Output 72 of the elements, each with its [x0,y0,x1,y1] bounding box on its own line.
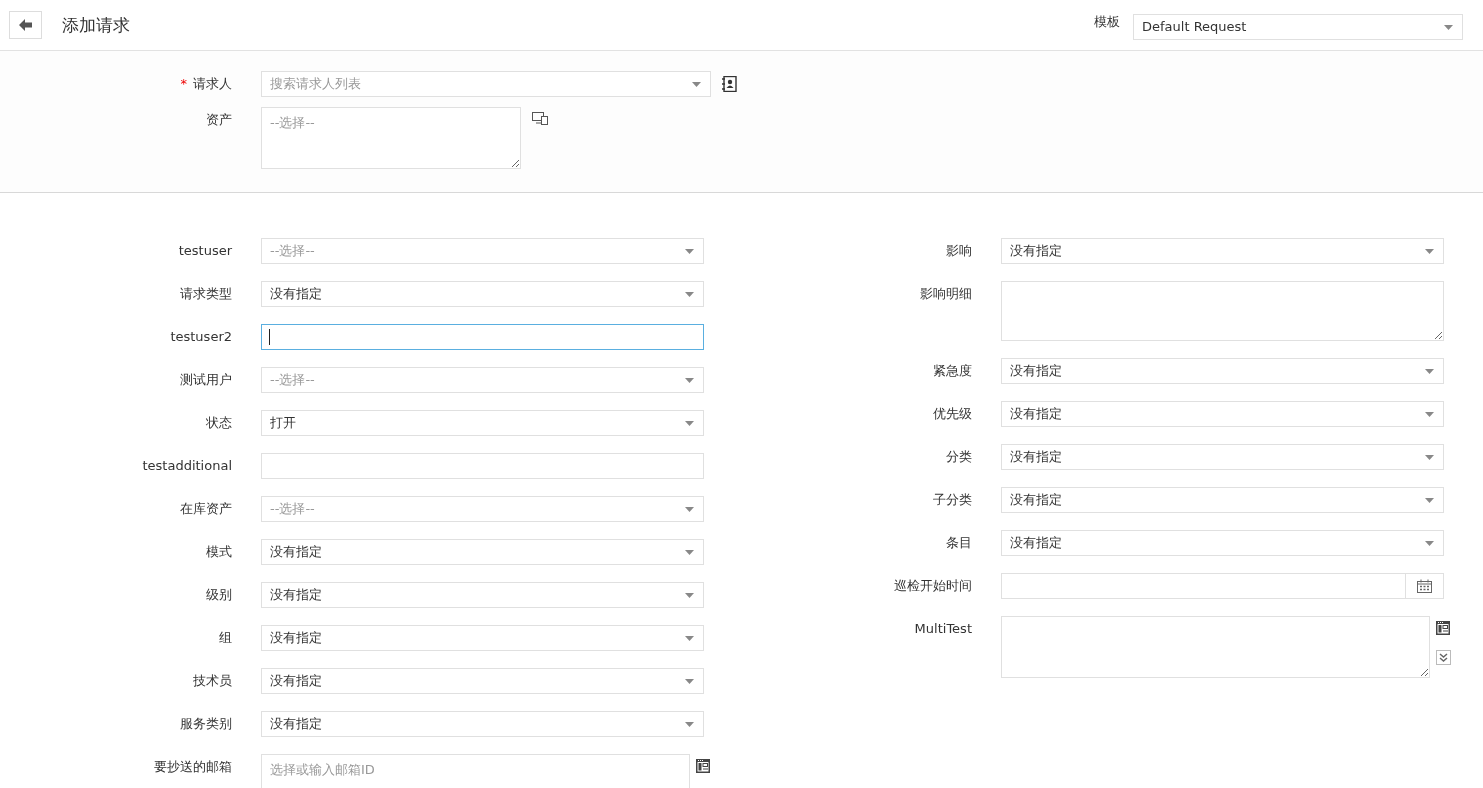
back-arrow-icon [18,19,33,31]
text-field[interactable] [261,324,705,350]
devices-icon[interactable] [532,112,548,125]
field-label: 条目 [946,535,972,550]
field-label: 状态 [206,415,232,430]
field-label: 影响明细 [920,286,972,301]
template-label: 模板 [1094,13,1120,31]
select-field[interactable]: 没有指定 [1001,401,1445,427]
caret-icon [685,292,695,297]
field-label: 模式 [206,544,232,559]
field-label: MultiTest [914,621,972,636]
calendar-icon [1417,579,1433,593]
required-mark: * [180,76,187,91]
caret-icon [1425,455,1435,460]
calendar-button[interactable] [1405,573,1445,599]
template-select[interactable]: Default Request [1133,13,1463,40]
field-label: 要抄送的邮箱 [154,759,232,774]
select-field[interactable]: 没有指定 [1001,530,1445,556]
field-label: 在库资产 [180,501,232,516]
field-label: 巡检开始时间 [894,578,972,593]
panel-icon[interactable] [1436,621,1450,635]
caret-icon [1425,369,1435,374]
caret-icon [685,507,695,512]
select-field[interactable]: 打开 [261,410,705,436]
field-label: 请求人 [193,76,232,91]
field-label: 组 [219,630,232,645]
back-button[interactable] [9,11,42,39]
field-label: 子分类 [933,492,972,507]
expand-down-icon[interactable] [1436,650,1451,665]
select-field[interactable]: 没有指定 [1001,444,1445,470]
contact-book-icon[interactable] [722,76,737,92]
caret-icon [685,249,695,254]
caret-icon [685,421,695,426]
text-area[interactable]: --选择-- [261,107,521,169]
page-title: 添加请求 [62,13,130,37]
field-label: testuser [178,243,232,258]
select-field[interactable]: 没有指定 [261,668,705,694]
caret-icon [685,636,695,641]
field-label: 紧急度 [933,363,972,378]
select-field[interactable]: 没有指定 [261,539,705,565]
select-field[interactable]: 没有指定 [1001,238,1445,264]
field-label: 影响 [946,243,972,258]
caret-icon [685,722,695,727]
field-label: 级别 [206,587,232,602]
caret-icon [1425,541,1435,546]
caret-icon [1425,498,1435,503]
date-field[interactable] [1001,573,1406,599]
field-label: 服务类别 [180,716,232,731]
caret-icon [1425,412,1435,417]
field-label: 请求类型 [180,286,232,301]
select-field[interactable]: 没有指定 [1001,358,1445,384]
field-label: 测试用户 [180,372,232,387]
caret-icon [692,82,701,87]
caret-icon [1425,249,1435,254]
panel-icon[interactable] [696,759,710,773]
select-field[interactable]: 没有指定 [1001,487,1445,513]
select-field[interactable]: 没有指定 [261,582,705,608]
caret-icon [685,378,695,383]
caret-icon [685,593,695,598]
select-field[interactable]: 没有指定 [261,625,705,651]
field-label: 技术员 [193,673,232,688]
field-label: testuser2 [170,329,232,344]
caret-icon [1444,24,1453,30]
select-field[interactable]: 没有指定 [261,711,705,737]
caret-icon [685,550,695,555]
text-area[interactable]: 选择或输入邮箱ID [261,754,690,788]
select-field[interactable]: 没有指定 [261,281,705,307]
field-label: 优先级 [933,406,972,421]
field-label: 分类 [946,449,972,464]
field-label: 资产 [206,112,232,127]
caret-icon [685,679,695,684]
field-label: testadditional [142,458,232,473]
